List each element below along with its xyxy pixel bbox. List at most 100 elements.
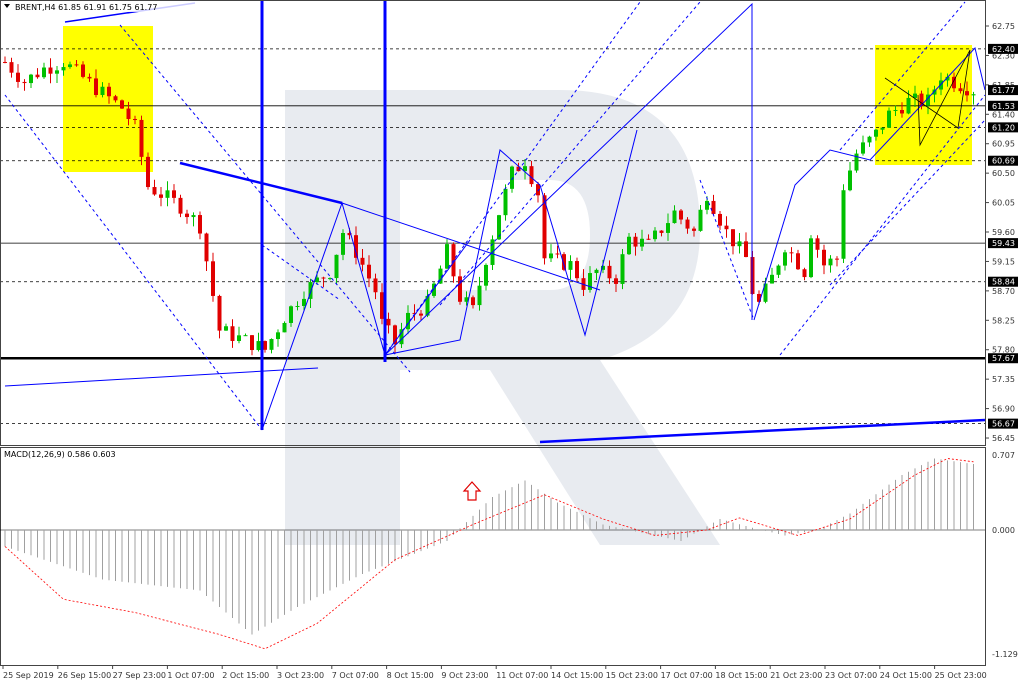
price-tag-label: 57.67 bbox=[992, 354, 1015, 363]
x-tick-label: 17 Oct 07:00 bbox=[661, 671, 713, 680]
candle bbox=[770, 267, 774, 284]
candle-body bbox=[484, 264, 488, 286]
candle bbox=[217, 294, 222, 339]
y-tick-label: 56.45 bbox=[992, 434, 1015, 443]
candle-body bbox=[74, 64, 79, 66]
candle-body bbox=[139, 119, 144, 157]
candle-body bbox=[568, 261, 573, 270]
candle bbox=[848, 162, 852, 192]
candle-body bbox=[152, 187, 157, 195]
candle-body bbox=[107, 86, 111, 97]
candle-body bbox=[22, 81, 27, 84]
candle bbox=[29, 73, 33, 88]
candle-body bbox=[386, 318, 391, 326]
candle bbox=[3, 56, 7, 64]
candle bbox=[484, 263, 488, 291]
candle-body bbox=[958, 88, 963, 92]
price-tag-label: 58.84 bbox=[992, 278, 1015, 287]
candle-body bbox=[29, 74, 33, 84]
y-tick-label: 62.75 bbox=[992, 22, 1015, 31]
candle-body bbox=[477, 285, 482, 306]
candle-body bbox=[211, 261, 215, 296]
candle bbox=[731, 229, 735, 255]
macd-indicator bbox=[4, 458, 974, 650]
candle-body bbox=[789, 252, 794, 254]
x-tick-label: 1 Oct 07:00 bbox=[167, 671, 214, 680]
candle-body bbox=[87, 76, 92, 79]
candle bbox=[16, 64, 20, 88]
candle-body bbox=[965, 91, 969, 96]
price-tag-label: 59.43 bbox=[992, 239, 1015, 248]
candle-body bbox=[172, 190, 176, 198]
candle-body bbox=[906, 97, 911, 114]
candle bbox=[802, 267, 807, 281]
candle bbox=[549, 244, 553, 263]
candle bbox=[815, 235, 820, 258]
candle bbox=[256, 332, 261, 352]
candle-body bbox=[445, 244, 449, 269]
candle-body bbox=[16, 72, 20, 82]
candle bbox=[269, 338, 274, 354]
price-tag-label: 61.20 bbox=[992, 123, 1015, 132]
x-tick-label: 27 Sep 23:00 bbox=[113, 671, 166, 680]
candle-body bbox=[321, 277, 326, 279]
candle bbox=[146, 152, 150, 190]
candle bbox=[204, 232, 209, 272]
candle-body bbox=[198, 215, 202, 234]
candle-body bbox=[529, 166, 534, 185]
macd-signal-line bbox=[4, 458, 974, 650]
candle-body bbox=[120, 100, 124, 109]
candle-body bbox=[614, 278, 618, 284]
candle bbox=[22, 79, 27, 91]
macd-label: MACD(12,26,9) 0.586 0.603 bbox=[4, 450, 116, 459]
chart-canvas[interactable]: 62.7562.3061.8561.4060.9560.5060.0559.60… bbox=[0, 0, 1024, 683]
candle-body bbox=[204, 233, 209, 262]
candle bbox=[230, 319, 235, 348]
candle bbox=[120, 99, 124, 110]
candle bbox=[711, 194, 716, 215]
candle-body bbox=[731, 229, 735, 247]
chart-window[interactable]: 62.7562.3061.8561.4060.9560.5060.0559.60… bbox=[0, 0, 1024, 683]
candle-body bbox=[159, 194, 163, 198]
candle-body bbox=[289, 306, 293, 323]
candle-body bbox=[243, 335, 248, 337]
y-tick-label: 60.05 bbox=[992, 199, 1015, 208]
candle-body bbox=[471, 297, 475, 306]
up-arrow-icon bbox=[462, 481, 482, 501]
candle-body bbox=[555, 253, 560, 255]
candle-body bbox=[302, 298, 306, 306]
candle bbox=[575, 257, 579, 282]
candle bbox=[822, 244, 826, 275]
candle-body bbox=[828, 258, 833, 266]
candle-body bbox=[698, 209, 703, 231]
candle-body bbox=[575, 261, 579, 279]
candle-body bbox=[685, 219, 690, 229]
candle-body bbox=[724, 225, 729, 230]
candle-body bbox=[48, 67, 53, 74]
candle-body bbox=[835, 258, 839, 260]
candle bbox=[724, 216, 729, 238]
candle-body bbox=[672, 210, 677, 224]
candle bbox=[35, 68, 40, 79]
candle-body bbox=[679, 210, 683, 220]
candle bbox=[42, 62, 46, 79]
candle-body bbox=[874, 129, 878, 137]
candle bbox=[211, 252, 215, 302]
x-tick-label: 11 Oct 07:00 bbox=[496, 671, 548, 680]
candle bbox=[159, 186, 163, 207]
candle-body bbox=[263, 341, 267, 350]
candle bbox=[841, 184, 846, 263]
candle-body bbox=[380, 292, 384, 319]
candle-body bbox=[230, 326, 235, 341]
candle-body bbox=[373, 278, 378, 293]
candle-body bbox=[633, 236, 638, 247]
candle-body bbox=[61, 67, 66, 71]
candle-body bbox=[861, 142, 865, 154]
candle-body bbox=[237, 335, 241, 341]
candle-body bbox=[653, 230, 657, 240]
candle-body bbox=[659, 230, 664, 233]
y-tick-label: 61.40 bbox=[992, 110, 1015, 119]
candle-body bbox=[81, 64, 85, 77]
x-tick-label: 2 Oct 15:00 bbox=[222, 671, 269, 680]
candle-body bbox=[880, 127, 885, 130]
